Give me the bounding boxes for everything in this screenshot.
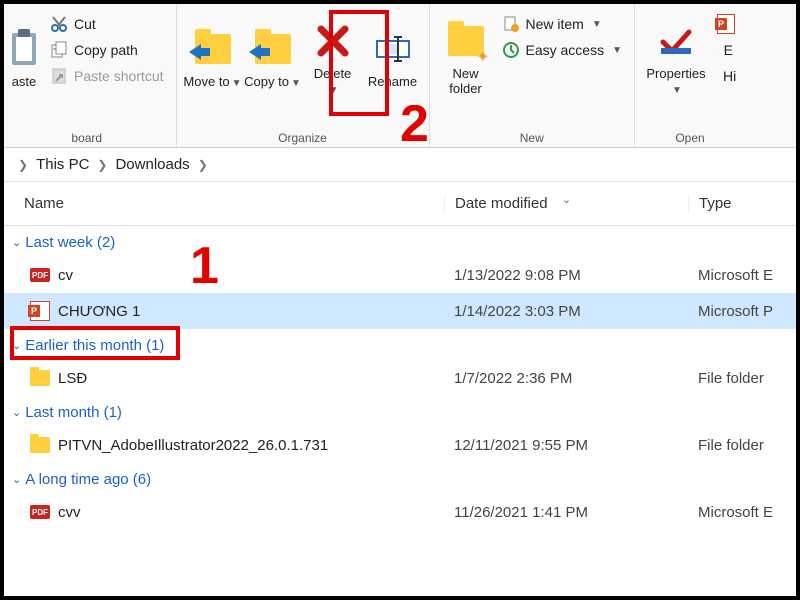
file-name: LSĐ	[58, 370, 87, 387]
group-header-earlier-month[interactable]: ⌄ Earlier this month (1)	[4, 329, 796, 360]
group-header-last-week[interactable]: ⌄ Last week (2)	[4, 226, 796, 257]
edit-button-fragment[interactable]: E	[713, 38, 737, 62]
file-row-lsd[interactable]: LSĐ 1/7/2022 2:36 PM File folder	[4, 360, 796, 396]
chevron-down-icon: ▼	[612, 45, 622, 56]
copy-to-icon	[253, 27, 293, 71]
edit-icon	[717, 41, 718, 59]
paste-button[interactable]: aste	[4, 8, 44, 108]
breadcrumb[interactable]: ❯ This PC ❯ Downloads ❯	[4, 148, 796, 182]
clipboard-icon	[4, 27, 44, 71]
new-item-button[interactable]: New item▼	[498, 12, 627, 36]
history-button-fragment[interactable]: Hi	[713, 64, 737, 88]
chevron-right-icon: ❯	[198, 158, 208, 172]
group-label-new: New	[520, 129, 544, 145]
sort-descending-icon: ⌄	[562, 193, 571, 206]
file-row-chuong1[interactable]: CHƯƠNG 1 1/14/2022 3:03 PM Microsoft P	[4, 293, 796, 329]
chevron-down-icon: ▼	[291, 78, 301, 89]
scissors-icon	[50, 15, 68, 33]
file-row-cv[interactable]: PDF cv 1/13/2022 9:08 PM Microsoft E	[4, 257, 796, 293]
group-header-long-time-ago[interactable]: ⌄ A long time ago (6)	[4, 463, 796, 494]
column-header-type[interactable]: Type	[688, 195, 796, 212]
file-list: ⌄ Last week (2) PDF cv 1/13/2022 9:08 PM …	[4, 226, 796, 530]
rename-icon	[373, 27, 413, 71]
chevron-right-icon: ❯	[97, 158, 107, 172]
move-to-button[interactable]: Move to▼	[183, 8, 243, 108]
paste-shortcut-button[interactable]: Paste shortcut	[46, 64, 168, 88]
file-type: Microsoft E	[688, 267, 796, 284]
file-date: 1/13/2022 9:08 PM	[444, 267, 688, 284]
powerpoint-icon	[30, 301, 50, 321]
chevron-down-icon: ▼	[329, 85, 339, 96]
folder-icon	[30, 435, 50, 455]
chevron-down-icon: ⌄	[12, 406, 21, 419]
file-date: 11/26/2021 1:41 PM	[444, 504, 688, 521]
paste-shortcut-label: Paste shortcut	[74, 68, 164, 84]
new-item-icon	[502, 15, 520, 33]
file-row-pitvn[interactable]: PITVN_AdobeIllustrator2022_26.0.1.731 12…	[4, 427, 796, 463]
easy-access-button[interactable]: Easy access▼	[498, 38, 627, 62]
properties-button[interactable]: Properties▼	[641, 8, 711, 108]
new-folder-button[interactable]: ✦ New folder	[436, 8, 496, 108]
file-date: 1/14/2022 3:03 PM	[444, 303, 688, 320]
breadcrumb-this-pc[interactable]: This PC	[36, 156, 89, 173]
chevron-down-icon: ⌄	[12, 236, 21, 249]
new-folder-icon: ✦	[446, 19, 486, 63]
file-name: cv	[58, 267, 73, 284]
ribbon-group-clipboard: aste Cut w.. Copy path Paste shortcut bo…	[4, 4, 177, 147]
column-header-date-modified[interactable]: ⌄ Date modified	[444, 195, 688, 212]
properties-icon	[656, 19, 696, 63]
delete-button[interactable]: Delete▼	[303, 8, 363, 108]
copy-path-label: Copy path	[74, 42, 138, 58]
pdf-icon: PDF	[30, 502, 50, 522]
delete-x-icon	[313, 19, 353, 63]
breadcrumb-downloads[interactable]: Downloads	[115, 156, 189, 173]
paste-shortcut-icon	[50, 67, 68, 85]
ribbon-toolbar: aste Cut w.. Copy path Paste shortcut bo…	[4, 4, 796, 148]
cut-label: Cut	[74, 16, 96, 32]
column-headers: Name ⌄ Date modified Type	[4, 182, 796, 226]
file-name: CHƯƠNG 1	[58, 303, 140, 320]
chevron-down-icon: ▼	[672, 85, 682, 96]
chevron-down-icon: ⌄	[12, 339, 21, 352]
paste-label: aste	[12, 75, 37, 90]
chevron-right-icon: ❯	[18, 158, 28, 172]
group-label-organize: Organize	[278, 129, 327, 145]
rename-button[interactable]: Rename	[363, 8, 423, 108]
column-header-name[interactable]: Name	[4, 195, 444, 212]
file-name: cvv	[58, 504, 81, 521]
svg-text:w..: w..	[53, 46, 58, 51]
ribbon-group-organize: Move to▼ Copy to▼ Delete▼ Rename	[177, 4, 430, 147]
file-type: File folder	[688, 370, 796, 387]
chevron-down-icon: ▼	[592, 19, 602, 30]
folder-icon	[30, 368, 50, 388]
cut-button[interactable]: Cut	[46, 12, 168, 36]
open-button-fragment[interactable]: O	[713, 12, 737, 36]
file-name: PITVN_AdobeIllustrator2022_26.0.1.731	[58, 437, 328, 454]
chevron-down-icon: ⌄	[12, 473, 21, 486]
copy-to-button[interactable]: Copy to▼	[243, 8, 303, 108]
file-date: 1/7/2022 2:36 PM	[444, 370, 688, 387]
chevron-down-icon: ▼	[232, 78, 242, 89]
file-type: Microsoft E	[688, 504, 796, 521]
file-type: File folder	[688, 437, 796, 454]
copy-path-button[interactable]: w.. Copy path	[46, 38, 168, 62]
pdf-icon: PDF	[30, 265, 50, 285]
group-header-last-month[interactable]: ⌄ Last month (1)	[4, 396, 796, 427]
copy-path-icon: w..	[50, 41, 68, 59]
move-to-icon	[193, 27, 233, 71]
group-label-open: Open	[675, 129, 704, 145]
group-label-clipboard: board	[71, 129, 102, 145]
file-type: Microsoft P	[688, 303, 796, 320]
ribbon-group-new: ✦ New folder New item▼ Easy access▼ New	[430, 4, 636, 147]
powerpoint-icon	[717, 15, 735, 33]
easy-access-icon	[502, 41, 520, 59]
file-date: 12/11/2021 9:55 PM	[444, 437, 688, 454]
ribbon-group-open: Properties▼ O E Hi Open	[635, 4, 745, 147]
file-row-cvv[interactable]: PDF cvv 11/26/2021 1:41 PM Microsoft E	[4, 494, 796, 530]
